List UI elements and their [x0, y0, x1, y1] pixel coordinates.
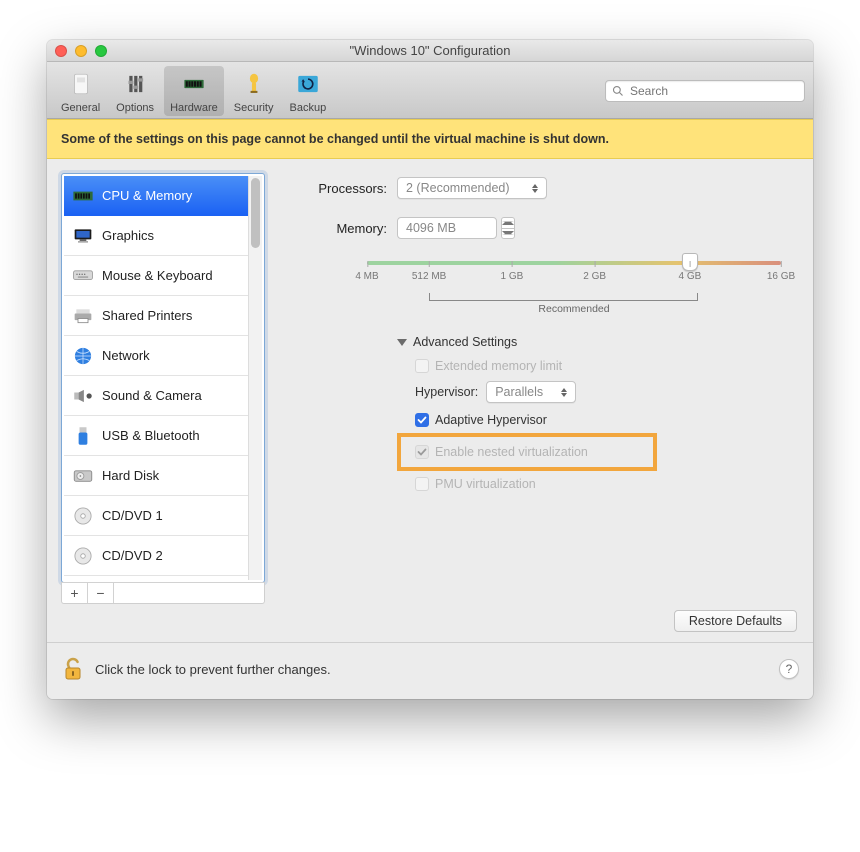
search-box[interactable]	[605, 80, 805, 102]
warning-banner: Some of the settings on this page cannot…	[47, 119, 813, 159]
backup-icon	[292, 68, 324, 100]
lock-icon[interactable]	[61, 657, 85, 681]
checkbox-icon	[415, 413, 429, 427]
ram-icon	[72, 187, 94, 205]
memory-field[interactable]: 4096 MB	[397, 217, 497, 239]
remove-button[interactable]: −	[88, 583, 114, 603]
hardware-sidebar: CPU & Memory Graphics Mouse & Keyboard	[61, 173, 265, 583]
add-button[interactable]: +	[62, 583, 88, 603]
search-icon	[612, 85, 624, 97]
monitor-icon	[72, 227, 94, 245]
sidebar-item-label: Graphics	[102, 228, 154, 243]
sidebar-item-network[interactable]: Network	[64, 336, 262, 376]
traffic-lights	[55, 45, 107, 57]
chevron-updown-icon	[528, 180, 542, 196]
checkbox-icon	[415, 445, 429, 459]
toolbar-security[interactable]: Security	[228, 66, 280, 116]
sidebar-item-mouse-keyboard[interactable]: Mouse & Keyboard	[64, 256, 262, 296]
toolbar: General Options Hardware Security Backup	[47, 62, 813, 119]
hardware-icon	[178, 68, 210, 100]
memory-stepper[interactable]	[501, 217, 515, 239]
usb-icon	[72, 427, 94, 445]
toolbar-options[interactable]: Options	[110, 66, 160, 116]
adaptive-hypervisor-checkbox-row[interactable]: Adaptive Hypervisor	[415, 413, 789, 427]
sidebar-item-sound-camera[interactable]: Sound & Camera	[64, 376, 262, 416]
zoom-icon[interactable]	[95, 45, 107, 57]
sidebar-item-label: Sound & Camera	[102, 388, 202, 403]
sidebar-item-label: CD/DVD 1	[102, 508, 163, 523]
pmu-virtualization-checkbox-row: PMU virtualization	[415, 477, 789, 491]
security-icon	[238, 68, 270, 100]
sidebar-item-label: Hard Disk	[102, 468, 159, 483]
footer-text: Click the lock to prevent further change…	[95, 662, 769, 677]
minimize-icon[interactable]	[75, 45, 87, 57]
window-title: "Windows 10" Configuration	[47, 43, 813, 58]
help-button[interactable]: ?	[779, 659, 799, 679]
checkbox-icon	[415, 477, 429, 491]
chevron-updown-icon	[557, 384, 571, 400]
disclosure-triangle-icon	[397, 339, 407, 346]
sidebar-item-label: Mouse & Keyboard	[102, 268, 213, 283]
footer: Click the lock to prevent further change…	[47, 642, 813, 699]
disc-icon	[72, 547, 94, 565]
globe-icon	[72, 347, 94, 365]
hypervisor-label: Hypervisor:	[415, 385, 478, 399]
keyboard-icon	[72, 267, 94, 285]
titlebar: "Windows 10" Configuration	[47, 40, 813, 62]
disc-icon	[72, 507, 94, 525]
hdd-icon	[72, 467, 94, 485]
sidebar-item-label: Network	[102, 348, 150, 363]
sidebar-item-hard-disk[interactable]: Hard Disk	[64, 456, 262, 496]
scrollbar-thumb[interactable]	[251, 178, 260, 248]
extended-memory-checkbox-row: Extended memory limit	[415, 359, 789, 373]
sidebar-item-shared-printers[interactable]: Shared Printers	[64, 296, 262, 336]
sidebar-item-cd-dvd-1[interactable]: CD/DVD 1	[64, 496, 262, 536]
recommended-label: Recommended	[538, 303, 609, 315]
slider-ticks: 4 MB 512 MB 1 GB 2 GB 4 GB 16 GB	[367, 271, 781, 289]
sidebar-item-label: Shared Printers	[102, 308, 192, 323]
close-icon[interactable]	[55, 45, 67, 57]
sidebar-item-cpu-memory[interactable]: CPU & Memory	[64, 176, 262, 216]
sidebar-item-label: CPU & Memory	[102, 188, 192, 203]
sidebar-item-label: USB & Bluetooth	[102, 428, 200, 443]
cpu-memory-pane: Processors: 2 (Recommended) Memory: 4096…	[265, 173, 799, 497]
toolbar-backup[interactable]: Backup	[284, 66, 333, 116]
processors-label: Processors:	[289, 181, 397, 196]
memory-label: Memory:	[289, 221, 397, 236]
toolbar-hardware[interactable]: Hardware	[164, 66, 224, 116]
checkbox-icon	[415, 359, 429, 373]
processors-select[interactable]: 2 (Recommended)	[397, 177, 547, 199]
sound-icon	[72, 387, 94, 405]
sidebar-footer: + −	[61, 582, 265, 604]
highlighted-nested-virt: Enable nested virtualization	[397, 433, 657, 471]
restore-defaults-button[interactable]: Restore Defaults	[674, 610, 797, 632]
options-icon	[119, 68, 151, 100]
config-window: "Windows 10" Configuration General Optio…	[47, 40, 813, 699]
sidebar-item-cd-dvd-2[interactable]: CD/DVD 2	[64, 536, 262, 576]
printer-icon	[72, 307, 94, 325]
sidebar-item-label: CD/DVD 2	[102, 548, 163, 563]
nested-virtualization-checkbox-row: Enable nested virtualization	[415, 445, 643, 459]
general-icon	[65, 68, 97, 100]
hypervisor-select[interactable]: Parallels	[486, 381, 576, 403]
sidebar-item-graphics[interactable]: Graphics	[64, 216, 262, 256]
advanced-disclosure[interactable]: Advanced Settings	[397, 335, 789, 349]
sidebar-item-usb-bluetooth[interactable]: USB & Bluetooth	[64, 416, 262, 456]
search-input[interactable]	[628, 83, 798, 99]
toolbar-general[interactable]: General	[55, 66, 106, 116]
sidebar-scrollbar[interactable]	[248, 176, 262, 580]
